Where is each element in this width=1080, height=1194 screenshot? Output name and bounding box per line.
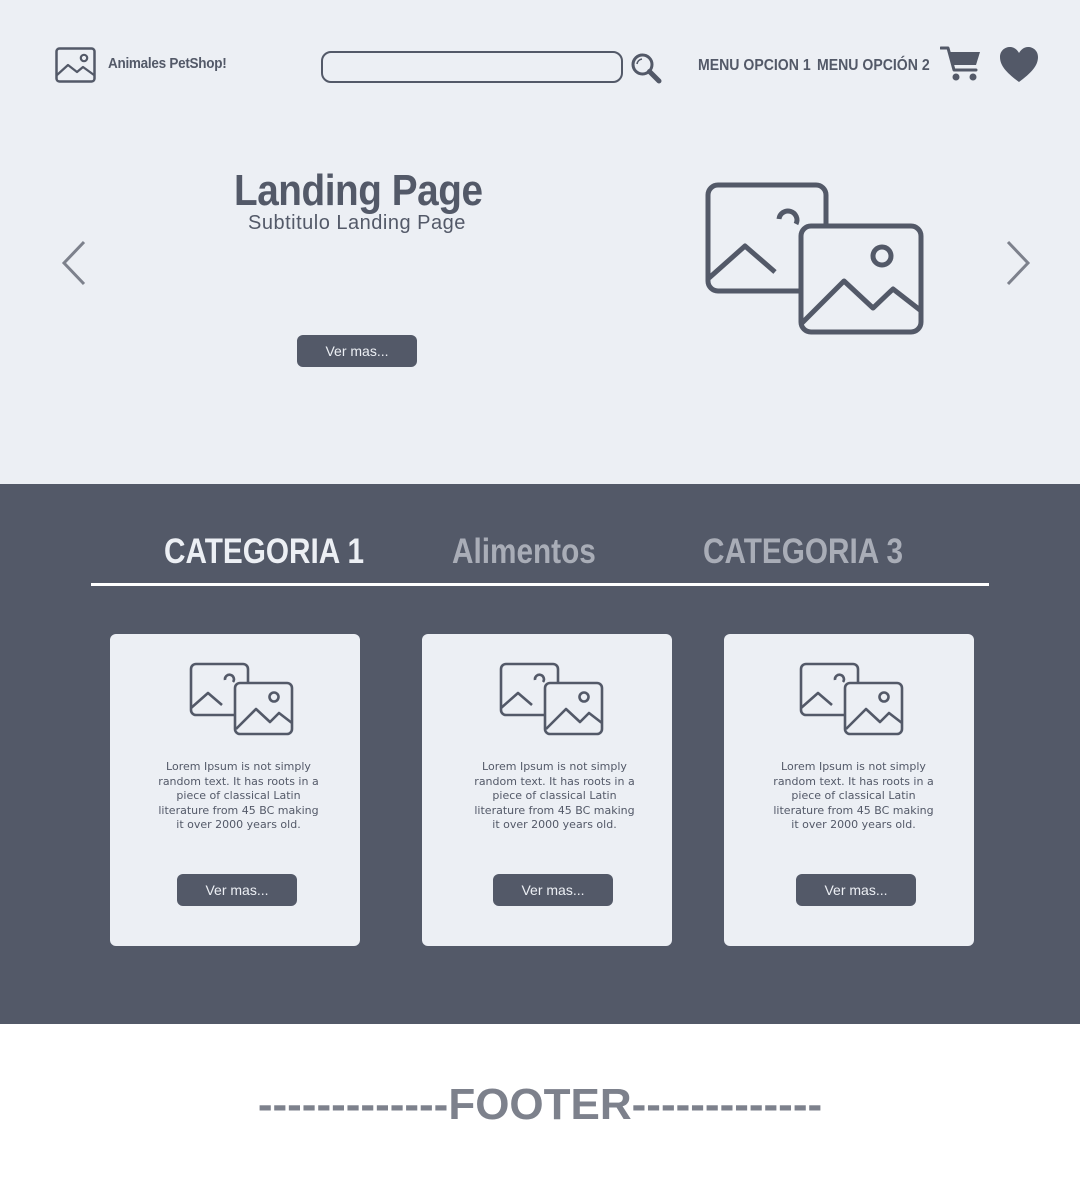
images-icon bbox=[499, 662, 604, 736]
heart-icon[interactable] bbox=[999, 46, 1039, 84]
card-description: Lorem Ipsum is not simply random text. I… bbox=[773, 760, 934, 831]
card-description: Lorem Ipsum is not simply random text. I… bbox=[158, 760, 319, 831]
image-icon bbox=[55, 47, 96, 83]
images-icon bbox=[705, 182, 924, 335]
search-input[interactable] bbox=[321, 51, 623, 83]
tabs-underline bbox=[91, 583, 989, 586]
images-icon bbox=[799, 662, 904, 736]
footer: -------------FOOTER------------- bbox=[0, 1024, 1080, 1194]
card-ver-mas-button[interactable]: Ver mas... bbox=[177, 874, 297, 906]
categories-section: CATEGORIA 1 Alimentos CATEGORIA 3 Lorem … bbox=[0, 484, 1080, 1024]
hero-ver-mas-button[interactable]: Ver mas... bbox=[297, 335, 417, 367]
tab-categoria-3[interactable]: CATEGORIA 3 bbox=[703, 532, 903, 572]
images-icon bbox=[189, 662, 294, 736]
menu-option-2[interactable]: MENU OPCIÓN 2 bbox=[817, 57, 930, 75]
footer-placeholder-text: -------------FOOTER------------- bbox=[257, 1080, 823, 1129]
product-card: Lorem Ipsum is not simply random text. I… bbox=[110, 634, 360, 946]
hero-title: Landing Page bbox=[234, 166, 483, 215]
card-description: Lorem Ipsum is not simply random text. I… bbox=[474, 760, 635, 831]
hero-section: Animales PetShop! MENU OPCION 1 MENU OPC… bbox=[0, 0, 1080, 484]
cart-icon[interactable] bbox=[940, 45, 982, 83]
tab-categoria-1[interactable]: CATEGORIA 1 bbox=[164, 532, 364, 572]
hero-subtitle: Subtitulo Landing Page bbox=[248, 212, 466, 234]
chevron-right-icon[interactable] bbox=[1004, 240, 1032, 286]
menu-option-1[interactable]: MENU OPCION 1 bbox=[698, 57, 811, 75]
chevron-left-icon[interactable] bbox=[60, 240, 88, 286]
card-ver-mas-button[interactable]: Ver mas... bbox=[493, 874, 613, 906]
search-icon[interactable] bbox=[630, 52, 662, 84]
brand-name[interactable]: Animales PetShop! bbox=[108, 55, 227, 72]
product-card: Lorem Ipsum is not simply random text. I… bbox=[724, 634, 974, 946]
card-ver-mas-button[interactable]: Ver mas... bbox=[796, 874, 916, 906]
tab-alimentos[interactable]: Alimentos bbox=[452, 532, 596, 572]
product-card: Lorem Ipsum is not simply random text. I… bbox=[422, 634, 672, 946]
